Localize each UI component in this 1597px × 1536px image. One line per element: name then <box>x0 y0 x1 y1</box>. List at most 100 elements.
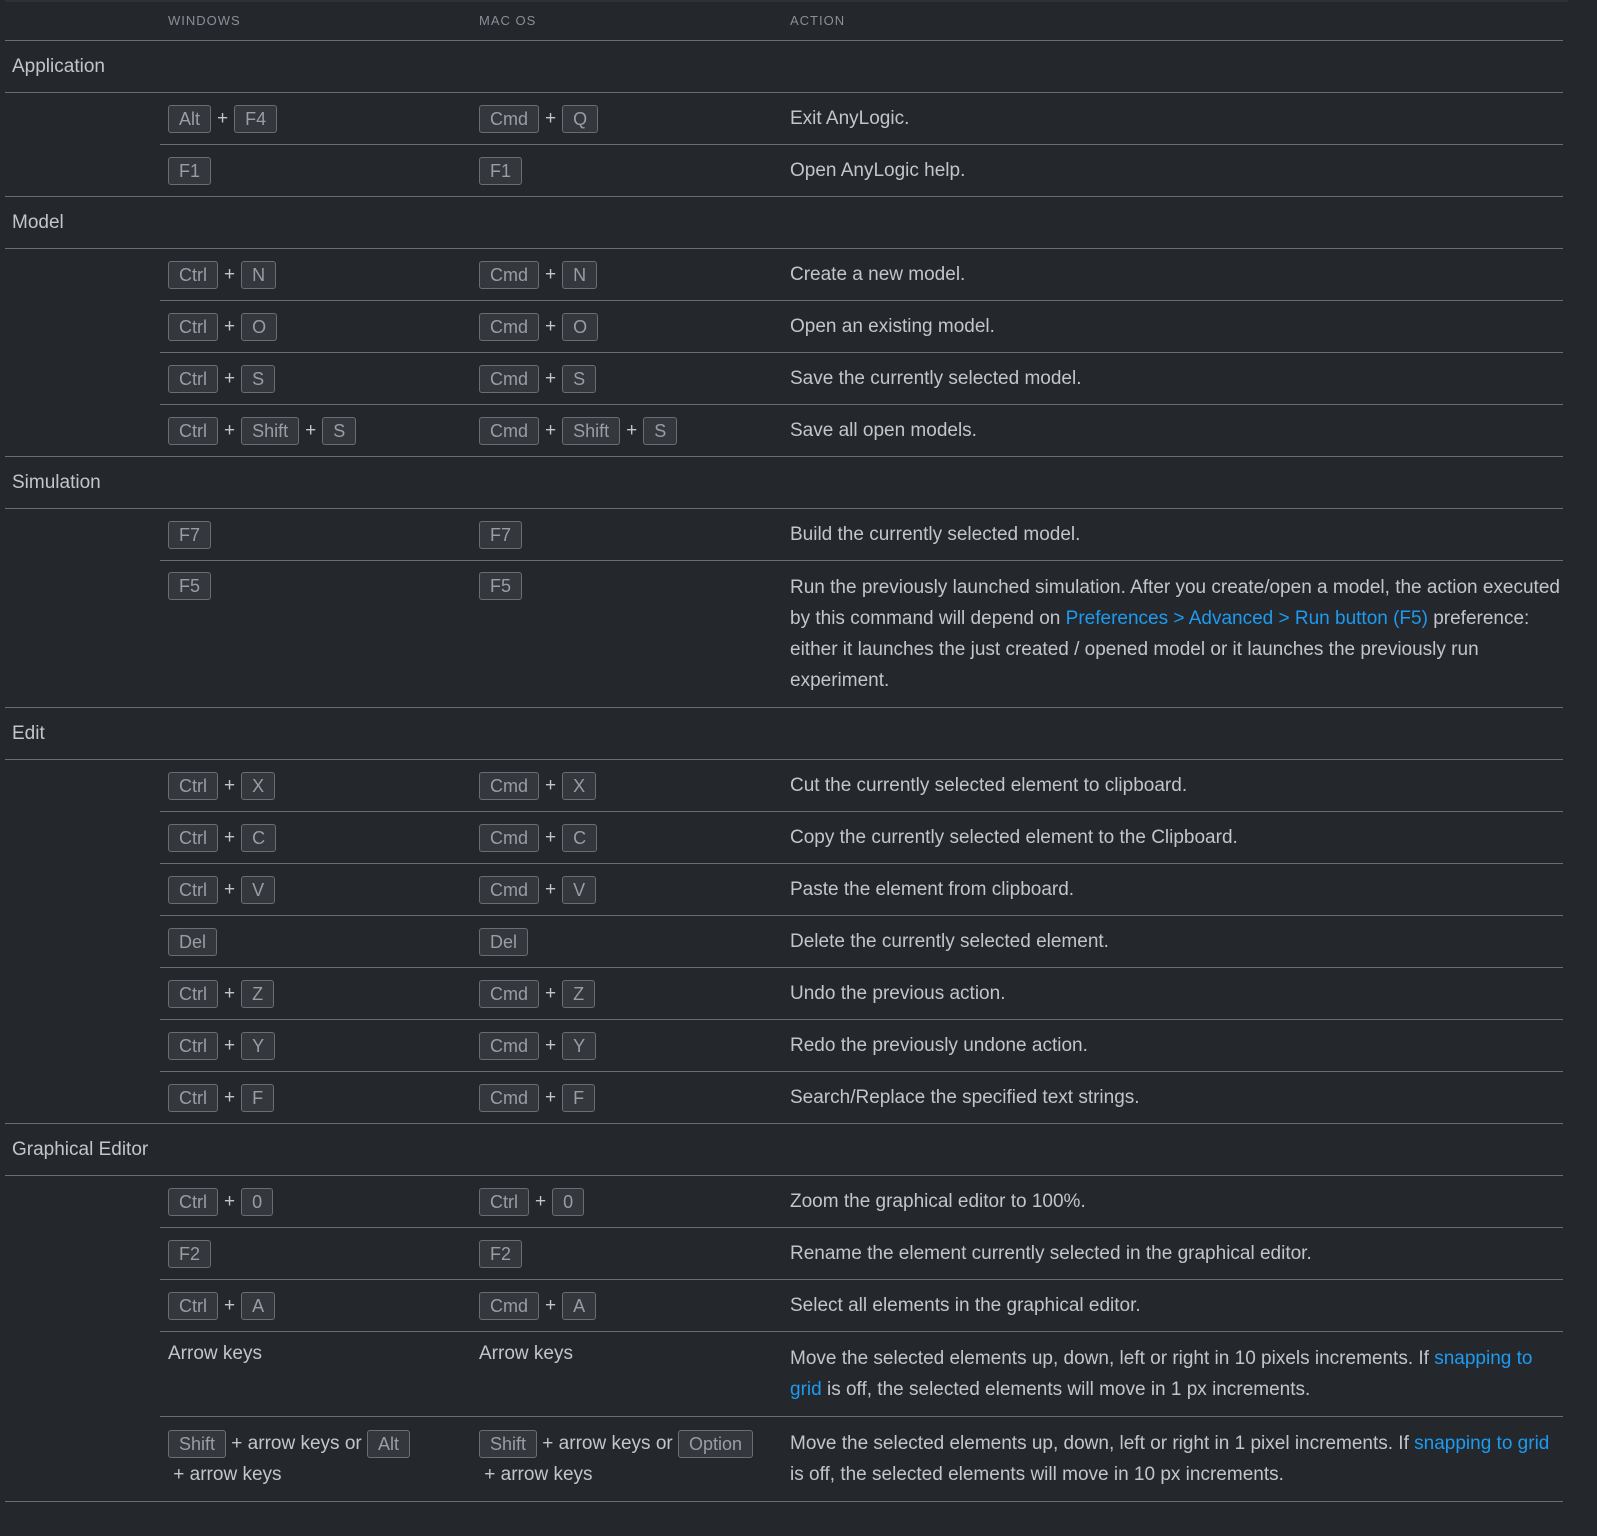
action-cell: Open an existing model. <box>782 300 1563 353</box>
shortcut-text: + arrow keys <box>168 1464 282 1485</box>
key-f2: F2 <box>479 1239 523 1268</box>
key-ctrl: Ctrl <box>168 823 218 852</box>
key-cmd: Cmd <box>479 104 540 133</box>
preference-link[interactable]: Preferences > Advanced > Run button (F5) <box>1066 608 1428 629</box>
key-f1: F1 <box>168 156 212 185</box>
category-indent <box>5 1176 160 1228</box>
action-cell: Move the selected elements up, down, lef… <box>782 1416 1563 1502</box>
mac-cell: Cmd + O <box>471 300 782 353</box>
category-indent <box>5 1280 160 1332</box>
preference-link[interactable]: snapping to grid <box>1414 1433 1549 1454</box>
table-row: Ctrl + A Cmd + A Select all elements in the gr… <box>5 1279 1563 1332</box>
mac-cell: Cmd + N <box>471 248 782 301</box>
category-row: Edit <box>5 707 1563 760</box>
plus-sign: + <box>305 420 317 441</box>
windows-shortcut: Shift + arrow keys or Alt + arrow keys <box>168 1428 471 1490</box>
preference-link[interactable]: snapping to grid <box>790 1348 1532 1400</box>
mac-cell: Ctrl +0 <box>471 1175 782 1228</box>
header-windows: WINDOWS <box>160 0 471 41</box>
category-indent <box>5 1332 160 1417</box>
key-x: X <box>241 771 276 800</box>
category-indent <box>5 1228 160 1280</box>
mac-shortcut: F2 <box>479 1239 782 1268</box>
table-row: Ctrl +0 Ctrl +0 Zoom the graphical editor to… <box>5 1175 1563 1228</box>
key-f1: F1 <box>479 156 523 185</box>
mac-shortcut: Cmd + A <box>479 1290 782 1321</box>
key-ctrl: Ctrl <box>168 364 218 393</box>
category-title: Application <box>5 40 1563 93</box>
category-indent <box>5 812 160 864</box>
shortcuts-table: WINDOWS MAC OS ACTION Application Alt + F4 C… <box>5 0 1563 1502</box>
mac-cell: Cmd + X <box>471 759 782 812</box>
plus-sign: + <box>224 1191 236 1212</box>
action-cell: Run the previously launched simulation. … <box>782 560 1563 708</box>
plus-sign: + <box>224 827 236 848</box>
category-indent <box>5 760 160 812</box>
table-row: F1 F1 Open AnyLogic help. <box>5 144 1563 197</box>
table-row: Shift + arrow keys or Alt + arrow keys Sh… <box>5 1416 1563 1502</box>
shortcut-text: + arrow keys <box>479 1464 593 1485</box>
plus-sign: + <box>545 316 557 337</box>
key-a: A <box>241 1291 276 1320</box>
windows-shortcut: Ctrl + S <box>168 363 471 394</box>
windows-cell: Ctrl + S <box>160 352 471 405</box>
table-row: Arrow keys Arrow keys Move the selected el… <box>5 1331 1563 1417</box>
shortcut-text: + arrow keys or <box>537 1433 678 1454</box>
plus-sign: + <box>224 368 236 389</box>
category-row: Simulation <box>5 456 1563 509</box>
plus-sign: + <box>224 316 236 337</box>
plus-sign: + <box>545 1035 557 1056</box>
windows-shortcut: Ctrl + A <box>168 1290 471 1321</box>
action-cell: Rename the element currently selected in… <box>782 1227 1563 1280</box>
category-indent <box>5 1020 160 1072</box>
action-cell: Delete the currently selected element. <box>782 915 1563 968</box>
plus-sign: + <box>545 983 557 1004</box>
key-cmd: Cmd <box>479 875 540 904</box>
windows-cell: Shift + arrow keys or Alt + arrow keys <box>160 1416 471 1502</box>
windows-shortcut: F1 <box>168 156 471 185</box>
windows-shortcut: F7 <box>168 520 471 549</box>
action-cell: Select all elements in the graphical edi… <box>782 1279 1563 1332</box>
key-ctrl: Ctrl <box>168 260 218 289</box>
key-n: N <box>241 260 277 289</box>
shortcuts-page: WINDOWS MAC OS ACTION Application Alt + F4 C… <box>5 0 1573 1502</box>
plus-sign: + <box>224 879 236 900</box>
key-s: S <box>322 416 357 445</box>
table-row: F7 F7 Build the currently selected model. <box>5 508 1563 561</box>
mac-cell: F1 <box>471 144 782 197</box>
key-ctrl: Ctrl <box>168 312 218 341</box>
action-cell: Undo the previous action. <box>782 967 1563 1020</box>
category-indent <box>5 1416 160 1502</box>
key-q: Q <box>562 104 599 133</box>
mac-cell: F7 <box>471 508 782 561</box>
windows-shortcut: Ctrl + N <box>168 259 471 290</box>
mac-shortcut: Cmd + Shift + S <box>479 415 782 446</box>
mac-cell: Shift + arrow keys or Option + arrow key… <box>471 1416 782 1502</box>
action-cell: Search/Replace the specified text string… <box>782 1071 1563 1124</box>
key-cmd: Cmd <box>479 364 540 393</box>
key-s: S <box>241 364 276 393</box>
windows-shortcut: Ctrl + Shift + S <box>168 415 471 446</box>
category-indent <box>5 93 160 145</box>
header-mac: MAC OS <box>471 0 782 41</box>
shortcut-text: + arrow keys or <box>226 1433 367 1454</box>
table-row: Ctrl + O Cmd + O Open an existing model. <box>5 300 1563 353</box>
table-header: WINDOWS MAC OS ACTION <box>5 0 1563 41</box>
windows-cell: Ctrl +0 <box>160 1175 471 1228</box>
key-cmd: Cmd <box>479 1083 540 1112</box>
windows-cell: Ctrl + O <box>160 300 471 353</box>
windows-shortcut: Ctrl + C <box>168 822 471 853</box>
mac-shortcut: Cmd + F <box>479 1082 782 1113</box>
mac-cell: Cmd + C <box>471 811 782 864</box>
action-cell: Zoom the graphical editor to 100%. <box>782 1175 1563 1228</box>
mac-shortcut: Del <box>479 927 782 956</box>
mac-shortcut: F5 <box>479 572 782 600</box>
mac-cell: Cmd + V <box>471 863 782 916</box>
windows-cell: Ctrl + N <box>160 248 471 301</box>
key-ctrl: Ctrl <box>168 771 218 800</box>
mac-shortcut: F1 <box>479 156 782 185</box>
action-cell: Exit AnyLogic. <box>782 92 1563 145</box>
windows-shortcut: Ctrl + F <box>168 1082 471 1113</box>
plus-sign: + <box>224 983 236 1004</box>
action-cell: Cut the currently selected element to cl… <box>782 759 1563 812</box>
